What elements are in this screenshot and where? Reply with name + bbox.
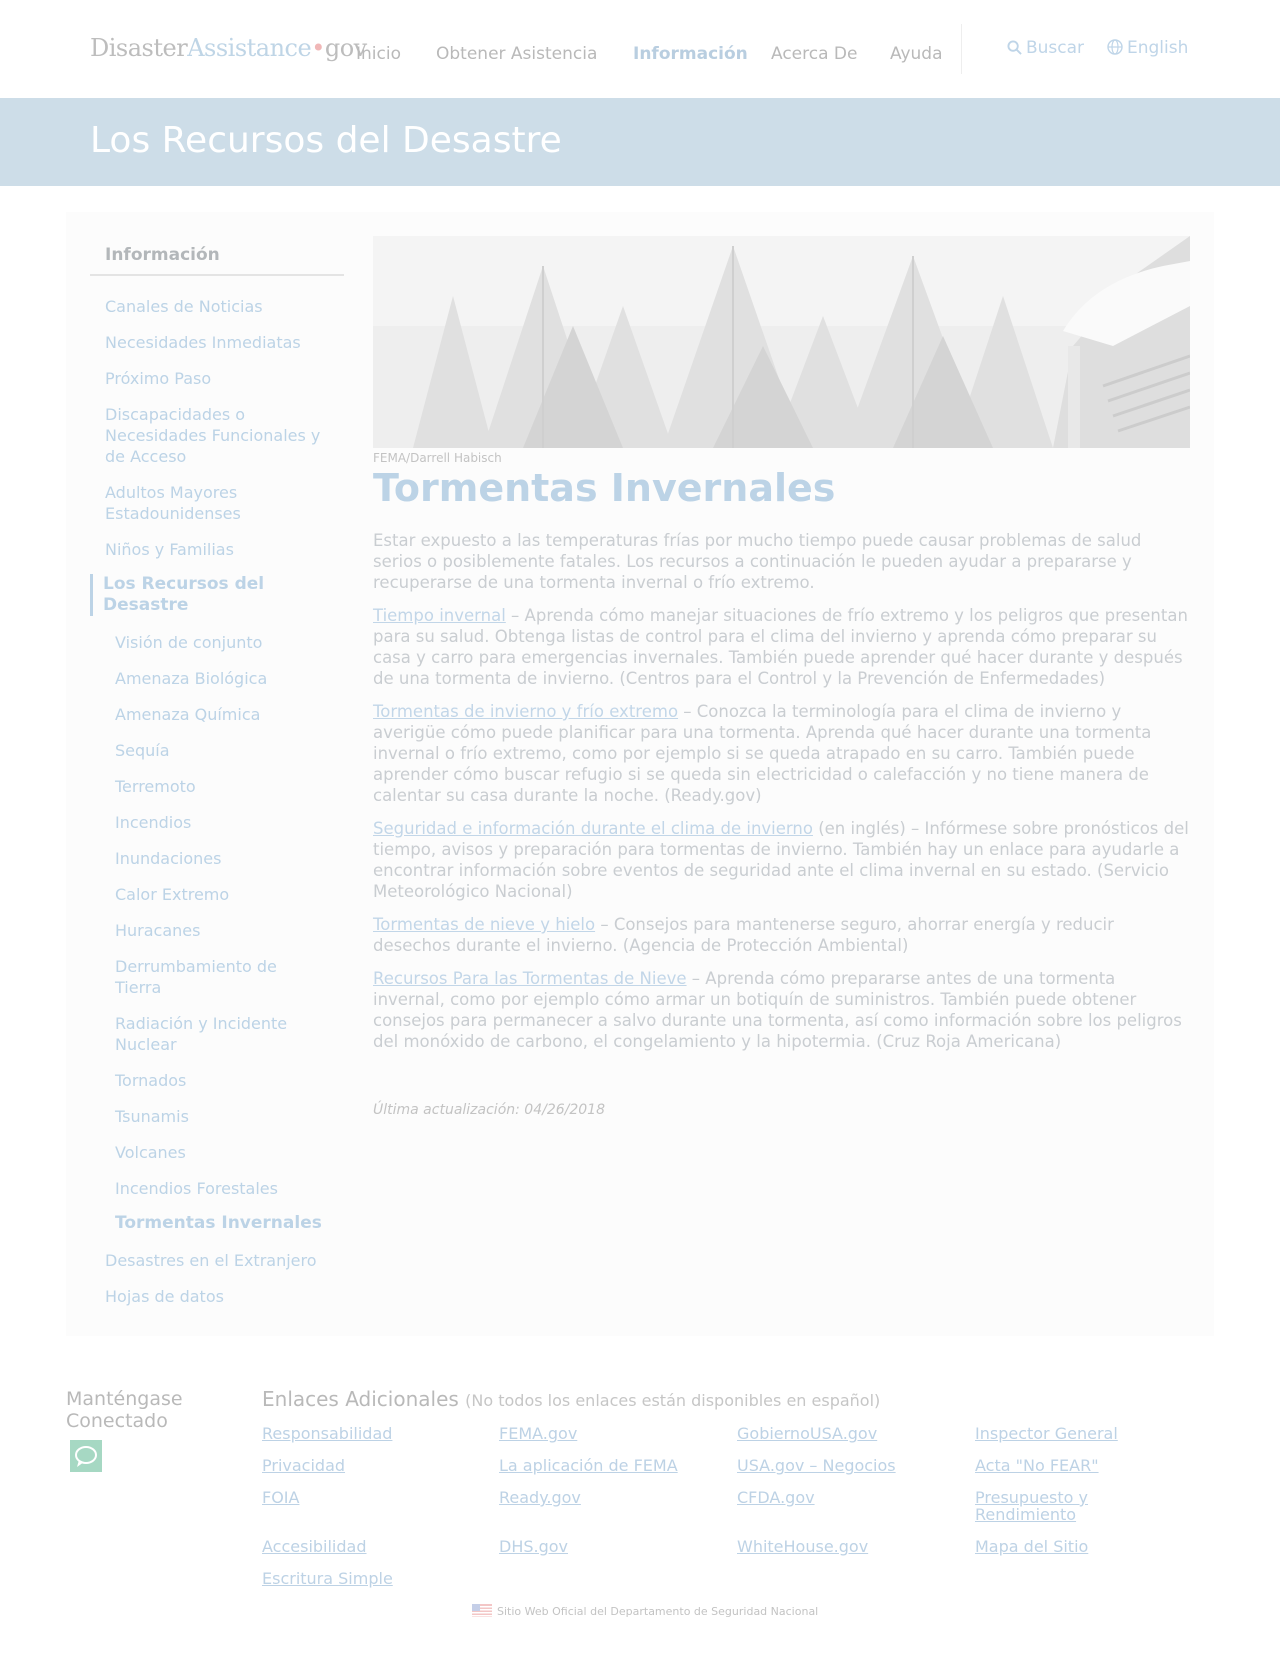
last-updated: Última actualización: 04/26/2018 [373,1102,605,1118]
site-logo[interactable]: DisasterAssistance•gov [90,34,367,62]
footer-link-no-fear[interactable]: Acta "No FEAR" [975,1457,1185,1474]
nav-acerca-de[interactable]: Acerca De [771,44,857,64]
footer-link-responsabilidad[interactable]: Responsabilidad [262,1425,472,1442]
sidebar-item-ninos-y-familias[interactable]: Niños y Familias [105,539,335,560]
sidebar-subitem-huracanes[interactable]: Huracanes [115,920,330,941]
footer-link-dhs[interactable]: DHS.gov [499,1538,709,1555]
footer-links-note: (No todos los enlaces están disponibles … [465,1391,881,1410]
snowy-trees-photo [373,236,1190,448]
search-icon [1007,40,1022,55]
resource-item: Tormentas de invierno y frío extremo – C… [373,701,1190,806]
footer-link-mapa-del-sitio[interactable]: Mapa del Sitio [975,1538,1185,1555]
page-title: Tormentas Invernales [373,466,836,510]
hero-image [373,236,1190,448]
resource-link-seguridad-clima-invierno[interactable]: Seguridad e información durante el clima… [373,819,813,838]
nav-inicio[interactable]: Inicio [356,44,401,64]
sidebar-item-desastres-extranjero[interactable]: Desastres en el Extranjero [105,1250,335,1271]
social-link[interactable] [70,1440,102,1472]
footer-link-inspector-general[interactable]: Inspector General [975,1425,1185,1442]
sidebar-subitem-tsunamis[interactable]: Tsunamis [115,1106,330,1127]
language-toggle[interactable]: English [1107,38,1188,58]
resource-item: Seguridad e información durante el clima… [373,818,1190,902]
resource-link-recursos-tormentas-nieve[interactable]: Recursos Para las Tormentas de Nieve [373,969,687,988]
sidebar-item-canales-de-noticias[interactable]: Canales de Noticias [105,296,335,317]
sidebar-item-adultos-mayores[interactable]: Adultos Mayores Estadounidenses [105,482,305,524]
sidebar-subitem-tornados[interactable]: Tornados [115,1070,330,1091]
sidebar-subitem-calor-extremo[interactable]: Calor Extremo [115,884,330,905]
nav-obtener-asistencia[interactable]: Obtener Asistencia [436,44,597,64]
sidebar-item-recursos-del-desastre[interactable]: Los Recursos del Desastre [90,574,273,616]
intro-paragraph: Estar expuesto a las temperaturas frías … [373,531,1142,592]
sidebar-subitem-derrumbamiento[interactable]: Derrumbamiento de Tierra [115,956,305,998]
resource-item: Recursos Para las Tormentas de Nieve – A… [373,968,1190,1052]
globe-icon [1107,39,1123,55]
sidebar-item-hojas-de-datos[interactable]: Hojas de datos [105,1286,335,1307]
sidebar-subitem-vision-de-conjunto[interactable]: Visión de conjunto [115,632,330,653]
sidebar-heading[interactable]: Información [105,245,220,265]
resource-link-nieve-hielo[interactable]: Tormentas de nieve y hielo [373,915,595,934]
resource-link-tiempo-invernal[interactable]: Tiempo invernal [373,606,506,625]
footer-link-foia[interactable]: FOIA [262,1489,472,1506]
footer-links-heading: Enlaces Adicionales (No todos los enlace… [262,1387,881,1411]
nav-divider [961,24,962,74]
sidebar-subitem-incendios-forestales[interactable]: Incendios Forestales [115,1178,330,1199]
site-header: DisasterAssistance•gov Inicio Obtener As… [0,0,1280,98]
language-label: English [1127,38,1189,58]
sidebar-item-necesidades-inmediatas[interactable]: Necesidades Inmediatas [105,332,335,353]
sidebar-subitem-incendios[interactable]: Incendios [115,812,330,833]
footer-link-whitehouse[interactable]: WhiteHouse.gov [737,1538,947,1555]
banner-title: Los Recursos del Desastre [90,120,562,161]
footer-link-escritura-simple[interactable]: Escritura Simple [262,1570,472,1587]
footer-link-usagov-negocios[interactable]: USA.gov – Negocios [737,1457,947,1474]
sidebar-subitem-tormentas-invernales[interactable]: Tormentas Invernales [115,1213,330,1234]
sidebar-subitem-inundaciones[interactable]: Inundaciones [115,848,330,869]
nav-ayuda[interactable]: Ayuda [890,44,943,64]
page-banner: Los Recursos del Desastre [0,98,1280,186]
footer-link-ready[interactable]: Ready.gov [499,1489,709,1506]
official-site-note: Sitio Web Oficial del Departamento de Se… [472,1604,818,1618]
footer-link-cfda[interactable]: CFDA.gov [737,1489,947,1506]
footer-connect-heading: Manténgase Conectado [66,1388,183,1432]
sidebar-item-proximo-paso[interactable]: Próximo Paso [105,368,335,389]
sidebar-subitem-amenaza-biologica[interactable]: Amenaza Biológica [115,668,330,689]
search-label: Buscar [1026,38,1085,58]
sidebar-subitem-amenaza-quimica[interactable]: Amenaza Química [115,704,330,725]
sidebar-subitem-volcanes[interactable]: Volcanes [115,1142,330,1163]
sidebar-subitem-radiacion[interactable]: Radiación y Incidente Nuclear [115,1013,305,1055]
footer-link-accesibilidad[interactable]: Accesibilidad [262,1538,472,1555]
sidebar-subitem-terremoto[interactable]: Terremoto [115,776,330,797]
footer-link-fema[interactable]: FEMA.gov [499,1425,709,1442]
sidebar-subitem-sequia[interactable]: Sequía [115,740,330,761]
search-button[interactable]: Buscar [1007,38,1084,58]
footer-link-fema-app[interactable]: La aplicación de FEMA [499,1457,709,1474]
sidebar-divider [90,274,344,276]
us-flag-icon [472,1604,492,1617]
footer-link-gobiernousa[interactable]: GobiernoUSA.gov [737,1425,947,1442]
image-caption: FEMA/Darrell Habisch [373,451,502,465]
resource-item: Tiempo invernal – Aprenda cómo manejar s… [373,605,1190,689]
nav-informacion[interactable]: Información [633,44,748,64]
resource-item: Tormentas de nieve y hielo – Consejos pa… [373,914,1190,956]
sidebar-item-discapacidades[interactable]: Discapacidades o Necesidades Funcionales… [105,404,335,467]
footer-link-privacidad[interactable]: Privacidad [262,1457,472,1474]
resource-link-tormentas-frio-extremo[interactable]: Tormentas de invierno y frío extremo [373,702,678,721]
chat-bubble-icon [75,1446,97,1467]
footer-link-presupuesto[interactable]: Presupuesto y Rendimiento [975,1489,1105,1523]
